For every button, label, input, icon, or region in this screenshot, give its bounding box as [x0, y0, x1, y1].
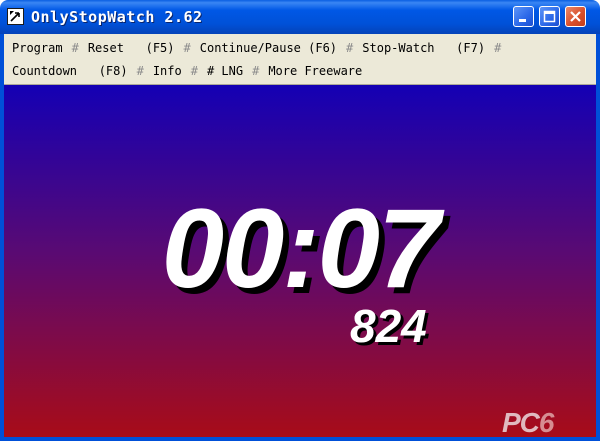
menu-separator: #	[252, 64, 260, 78]
menu-separator: #	[71, 41, 79, 55]
minimize-button[interactable]	[513, 6, 534, 27]
close-button[interactable]	[565, 6, 586, 27]
stopwatch-app-icon[interactable]	[7, 8, 24, 25]
elapsed-milliseconds: 824	[350, 300, 427, 352]
stopwatch-display[interactable]: 00:07 824 PC6	[4, 85, 596, 437]
menu-item-countdown[interactable]: Countdown (F8)	[4, 64, 136, 78]
title-bar[interactable]: OnlyStopWatch 2.62	[0, 0, 600, 34]
window-title: OnlyStopWatch 2.62	[31, 8, 203, 26]
elapsed-time: 00:07	[161, 186, 440, 311]
menu-separator: #	[190, 64, 198, 78]
watermark-digit: 6	[538, 407, 555, 437]
menu-item-more-freeware[interactable]: More Freeware	[260, 64, 370, 78]
watermark-logo: PC6	[502, 407, 596, 437]
menu-item-language[interactable]: # LNG	[199, 64, 251, 78]
menu-row-1: Program # Reset (F5) # Continue/Pause (F…	[4, 37, 502, 59]
menu-item-info[interactable]: Info	[145, 64, 190, 78]
menu-row-2: Countdown (F8) # Info # # LNG # More Fre…	[4, 60, 370, 82]
menu-item-program[interactable]: Program	[4, 41, 71, 55]
maximize-button[interactable]	[539, 6, 560, 27]
minimize-icon	[519, 19, 526, 22]
maximize-icon	[543, 10, 556, 23]
menu-separator: #	[183, 41, 191, 55]
menu-item-continue-pause[interactable]: Continue/Pause (F6)	[192, 41, 345, 55]
close-icon	[570, 11, 581, 22]
menu-item-stop-watch[interactable]: Stop-Watch (F7)	[354, 41, 493, 55]
menu-separator: #	[494, 41, 502, 55]
watermark-text: PC	[502, 407, 540, 437]
menu-bar: Program # Reset (F5) # Continue/Pause (F…	[4, 34, 596, 85]
menu-separator: #	[346, 41, 354, 55]
menu-item-reset[interactable]: Reset (F5)	[80, 41, 183, 55]
menu-separator: #	[136, 64, 144, 78]
